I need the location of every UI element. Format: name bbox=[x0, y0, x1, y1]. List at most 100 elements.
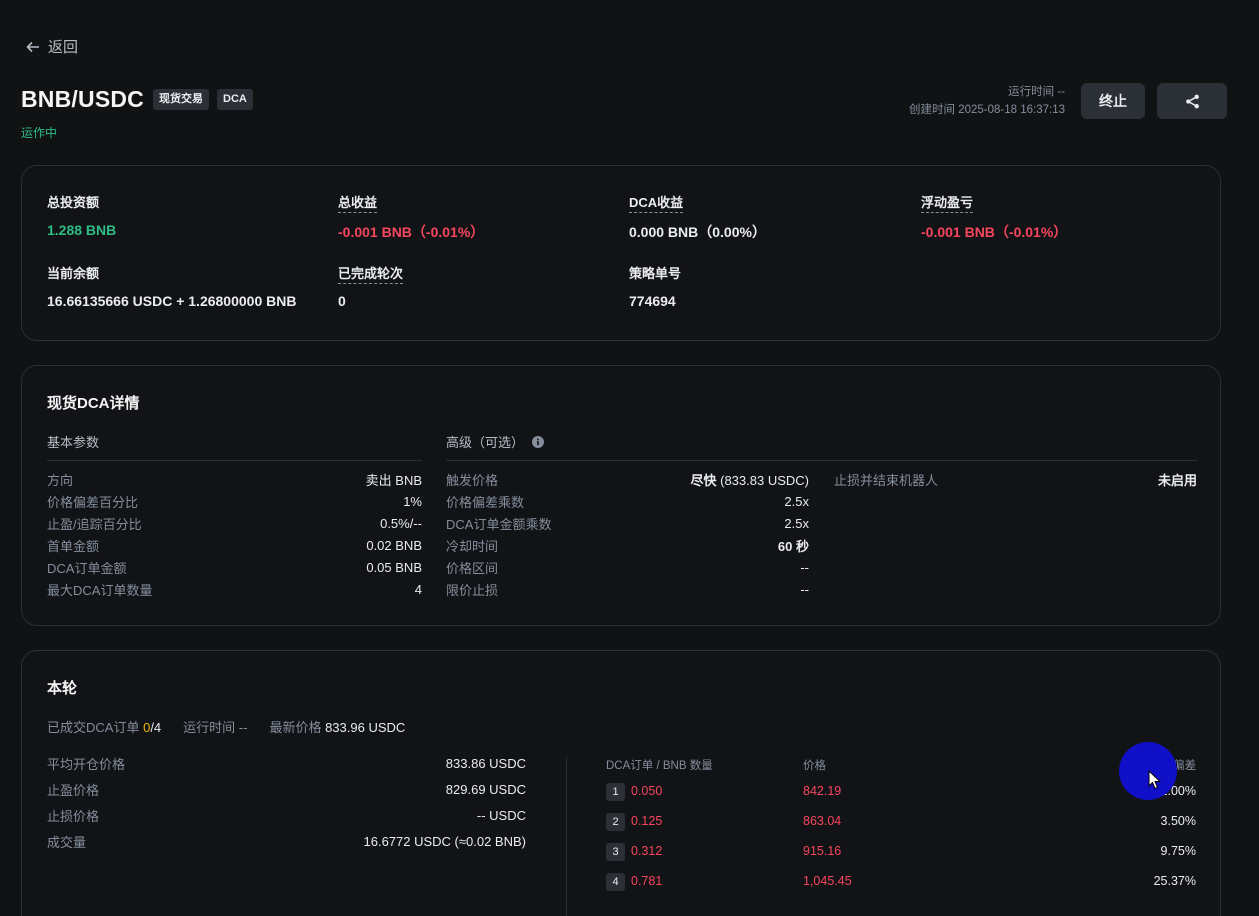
param-value: 4 bbox=[414, 581, 422, 597]
param-value: 未启用 bbox=[1157, 472, 1197, 488]
basic-params-title: 基本参数 bbox=[47, 432, 99, 451]
info-icon[interactable] bbox=[532, 435, 545, 448]
param-key: 最大DCA订单数量 bbox=[47, 582, 153, 598]
stat-value: -- USDC bbox=[476, 807, 526, 823]
param-value: -- bbox=[800, 559, 809, 575]
order-index: 2 bbox=[606, 813, 625, 831]
param-value: -- bbox=[800, 581, 809, 597]
param-value-bold: 尽快 bbox=[690, 472, 717, 488]
mouse-cursor-icon bbox=[1148, 770, 1162, 790]
filled-label: 已成交DCA订单 bbox=[47, 720, 140, 735]
advanced-params-title: 高级（可选） bbox=[446, 432, 545, 451]
order-price: 1,045.45 bbox=[803, 874, 852, 888]
stat-value: 829.69 USDC bbox=[445, 781, 526, 797]
share-icon bbox=[1185, 94, 1199, 108]
adv-param-row: DCA订单金额乘数 2.5x bbox=[446, 512, 809, 534]
spot-tag: 现货交易 bbox=[153, 89, 209, 110]
param-key: 首单金额 bbox=[47, 538, 100, 554]
param-key: 冷却时间 bbox=[446, 538, 499, 554]
param-value-bold: 60 秒 bbox=[777, 538, 809, 554]
param-key: 触发价格 bbox=[446, 472, 499, 488]
stat-key: 止损价格 bbox=[47, 808, 100, 824]
stoploss-row: 止损并结束机器人 未启用 bbox=[834, 468, 1197, 490]
details-title: 现货DCA详情 bbox=[47, 395, 140, 412]
basic-divider bbox=[47, 460, 422, 461]
param-key: 止盈/追踪百分比 bbox=[47, 516, 142, 532]
basic-params-label: 基本参数 bbox=[47, 435, 100, 450]
round-stat-row: 平均开仓价格 833.86 USDC bbox=[47, 752, 526, 774]
dca-order-row: 4 0.781 1,045.45 25.37% bbox=[606, 871, 1196, 893]
order-price: 863.04 bbox=[803, 814, 842, 828]
last-price-value: 833.96 USDC bbox=[325, 720, 406, 735]
balance-stat: 当前余额 16.66135666 USDC + 1.26800000 BNB bbox=[47, 263, 296, 309]
param-row: 止盈/追踪百分比 0.5%/-- bbox=[47, 512, 422, 534]
floating-pnl-value: -0.001 BNB（-0.01%） bbox=[921, 224, 1068, 240]
dca-order-row: 1 0.050 842.19 1.00% bbox=[606, 781, 1196, 803]
param-value: 2.5x bbox=[784, 515, 809, 531]
back-button[interactable]: 返回 bbox=[26, 36, 78, 57]
total-profit-stat: 总收益 -0.001 BNB（-0.01%） bbox=[338, 192, 484, 242]
param-value-rest: (833.83 USDC) bbox=[716, 472, 809, 488]
total-profit-label[interactable]: 总收益 bbox=[338, 195, 378, 213]
param-key: 方向 bbox=[47, 472, 74, 488]
total-invest-value: 1.288 BNB bbox=[47, 222, 117, 238]
rounds-stat: 已完成轮次 0 bbox=[338, 263, 404, 309]
adv-param-row: 价格区间 -- bbox=[446, 556, 809, 578]
param-value: 尽快 (833.83 USDC) bbox=[691, 470, 810, 489]
advanced-divider bbox=[446, 460, 1197, 461]
order-qty: 0.050 bbox=[631, 784, 663, 798]
filled-orders: 已成交DCA订单 0/4 bbox=[47, 717, 161, 736]
dca-profit-label[interactable]: DCA收益 bbox=[629, 195, 684, 213]
param-row: 价格偏差百分比 1% bbox=[47, 490, 422, 512]
status-badge: 运作中 bbox=[21, 126, 58, 140]
order-qty: 0.781 bbox=[631, 874, 663, 888]
floating-pnl-stat: 浮动盈亏 -0.001 BNB（-0.01%） bbox=[921, 192, 1067, 242]
stat-value: 16.6772 USDC (≈0.02 BNB) bbox=[363, 833, 527, 849]
title-row: BNB/USDC 现货交易 DCA bbox=[21, 86, 253, 113]
param-value: 0.5%/-- bbox=[380, 515, 422, 531]
param-key: 价格区间 bbox=[446, 560, 499, 576]
param-key: 价格偏差乘数 bbox=[446, 494, 525, 510]
strategy-id-stat: 策略单号 774694 bbox=[629, 263, 681, 309]
share-button[interactable] bbox=[1157, 83, 1227, 119]
last-price: 最新价格 833.96 USDC bbox=[269, 717, 405, 736]
dca-order-row: 3 0.312 915.16 9.75% bbox=[606, 841, 1196, 863]
arrow-left-icon bbox=[26, 41, 39, 52]
param-row: 首单金额 0.02 BNB bbox=[47, 534, 422, 556]
balance-value: 16.66135666 USDC + 1.26800000 BNB bbox=[47, 293, 297, 309]
param-row: 方向 卖出 BNB bbox=[47, 468, 422, 490]
round-stat-row: 止损价格 -- USDC bbox=[47, 804, 526, 826]
strategy-id-label: 策略单号 bbox=[629, 266, 682, 281]
stat-key: 平均开仓价格 bbox=[47, 756, 126, 772]
round-info: 已成交DCA订单 0/4 运行时间 -- 最新价格 833.96 USDC bbox=[47, 717, 405, 736]
order-deviation: 9.75% bbox=[1160, 844, 1196, 858]
adv-param-row: 限价止损 -- bbox=[446, 578, 809, 600]
vertical-divider bbox=[566, 757, 567, 916]
stat-key: 成交量 bbox=[47, 834, 87, 850]
adv-param-row: 价格偏差乘数 2.5x bbox=[446, 490, 809, 512]
adv-param-row: 冷却时间 60 秒 bbox=[446, 534, 809, 556]
param-row: 最大DCA订单数量 4 bbox=[47, 578, 422, 600]
order-index: 3 bbox=[606, 843, 625, 861]
round-stat-row: 成交量 16.6772 USDC (≈0.02 BNB) bbox=[47, 830, 526, 852]
rounds-label[interactable]: 已完成轮次 bbox=[338, 266, 404, 284]
pair-title: BNB/USDC bbox=[21, 86, 144, 112]
param-value: 卖出 BNB bbox=[365, 472, 422, 488]
order-index: 4 bbox=[606, 873, 625, 891]
param-row: DCA订单金额 0.05 BNB bbox=[47, 556, 422, 578]
stat-value: 833.86 USDC bbox=[445, 755, 526, 771]
order-price: 915.16 bbox=[803, 844, 842, 858]
stat-key: 止盈价格 bbox=[47, 782, 100, 798]
adv-param-row: 触发价格 尽快 (833.83 USDC) bbox=[446, 468, 809, 490]
total-invest-stat: 总投资额 1.288 BNB bbox=[47, 192, 116, 238]
order-deviation: 25.37% bbox=[1153, 874, 1196, 888]
param-key: 价格偏差百分比 bbox=[47, 494, 139, 510]
param-value: 0.02 BNB bbox=[366, 537, 422, 553]
col-header-price: 价格 bbox=[803, 760, 826, 772]
floating-pnl-label[interactable]: 浮动盈亏 bbox=[921, 195, 974, 213]
param-value: 60 秒 bbox=[778, 536, 809, 555]
stop-button[interactable]: 终止 bbox=[1081, 83, 1145, 119]
order-price: 842.19 bbox=[803, 784, 842, 798]
param-key: DCA订单金额乘数 bbox=[446, 516, 552, 532]
dca-details-card: 现货DCA详情 基本参数 高级（可选） 方向 卖出 BNB 价格偏差百分比 1% 止… bbox=[21, 365, 1221, 626]
